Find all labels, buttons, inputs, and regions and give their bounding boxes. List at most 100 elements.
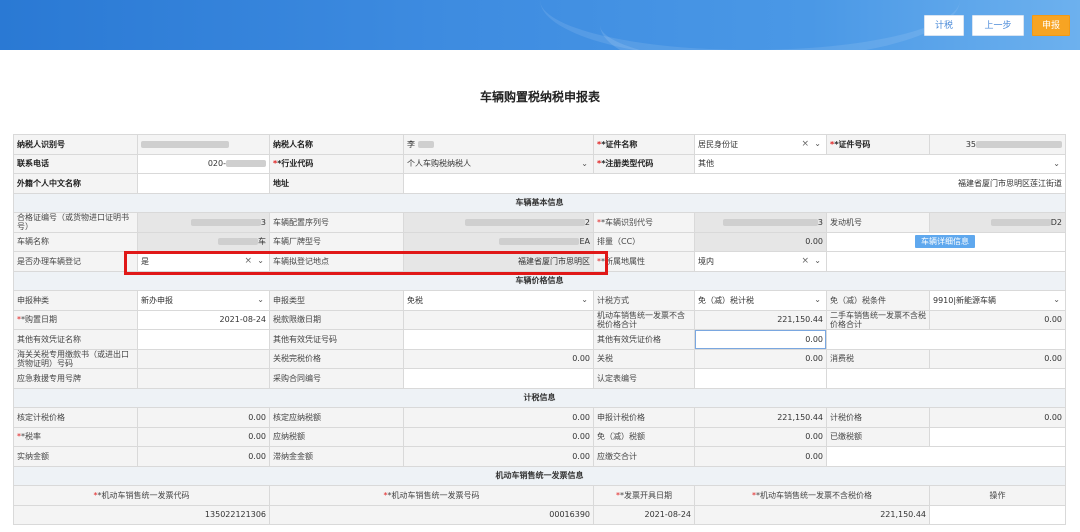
cert-no-value: 3 [260, 217, 266, 227]
registration-type-select[interactable]: 其他 ⌄ [694, 153, 1066, 174]
chevron-down-icon: ⌄ [257, 295, 264, 305]
config-no-value: 2 [584, 217, 590, 227]
empty-cell [826, 251, 1066, 272]
chevron-down-icon: ⌄ [814, 295, 821, 305]
tax-method-label: 计税方式 [593, 290, 695, 311]
submit-declaration-button[interactable]: 申报 [1032, 15, 1070, 36]
tariff-field: 0.00 [694, 348, 827, 369]
config-no-field: 2 [403, 212, 594, 233]
clear-icon[interactable]: × [801, 256, 809, 266]
phone-field[interactable]: 020- [137, 153, 270, 174]
chevron-down-icon: ⌄ [814, 256, 821, 266]
declared-price-label: 申报计税价格 [593, 407, 695, 428]
verified-price-label: 核定计税价格 [13, 407, 138, 428]
customs-price-field: 0.00 [403, 348, 594, 369]
late-fee-field: 0.00 [403, 446, 594, 467]
contract-number-label: 采购合同编号 [269, 368, 404, 389]
address-input[interactable]: 福建省厦门市思明区莲江街道 [403, 173, 1066, 194]
chevron-down-icon: ⌄ [814, 139, 821, 149]
phone-value: 020- [207, 159, 226, 169]
invoice-section-header: 机动车销售统一发票信息 [13, 465, 1066, 486]
foreign-name-label: 外籍个人中文名称 [13, 173, 138, 194]
industry-value: 个人车购税纳税人 [407, 159, 471, 169]
verified-price-field: 0.00 [137, 407, 270, 428]
location-attribute-value: 境内 [698, 256, 714, 266]
exempt-amount-label: 免（减）税额 [593, 426, 695, 447]
registration-type-label-text: *注册类型代码 [601, 159, 654, 169]
model-field: EA [403, 231, 594, 252]
masked-value [141, 140, 229, 148]
empty-cell [826, 329, 1066, 350]
location-attribute-label-text: *所属地属性 [601, 256, 645, 266]
declaration-kind-value: 新办申报 [141, 295, 173, 305]
rescue-plate-field [137, 368, 270, 389]
engine-label: 发动机号 [826, 212, 930, 233]
industry-select[interactable]: 个人车购税纳税人 ⌄ [403, 153, 594, 174]
registration-label: 是否办理车辆登记 [13, 251, 138, 272]
declaration-kind-label: 申报种类 [13, 290, 138, 311]
invoice-code-cell: 135022121306 [13, 504, 270, 525]
vehicle-name-value: 车 [258, 237, 266, 247]
location-attribute-select[interactable]: 境内 × ⌄ [694, 251, 827, 272]
verified-tax-field: 0.00 [403, 407, 594, 428]
payment-deadline-label: 税款限缴日期 [269, 309, 404, 330]
chevron-down-icon: ⌄ [1053, 295, 1060, 305]
declaration-type-select[interactable]: 免税 ⌄ [403, 290, 594, 311]
tax-rate-label-text: *税率 [21, 432, 41, 442]
registration-select[interactable]: 是 × ⌄ [137, 251, 270, 272]
invoice-col-price-text: *机动车销售统一发票不含税价格 [756, 490, 872, 500]
payable-tax-field: 0.00 [403, 426, 594, 447]
price-section-header: 车辆价格信息 [13, 270, 1066, 291]
invoice-col-code-text: *机动车销售统一发票代码 [97, 490, 190, 500]
tax-method-select[interactable]: 免（减）税计税 ⌄ [694, 290, 827, 311]
address-label: 地址 [269, 173, 404, 194]
masked-value [226, 160, 266, 168]
confirmation-form-input[interactable] [694, 368, 827, 389]
customs-price-label: 关税完税价格 [269, 348, 404, 369]
clear-icon[interactable]: × [244, 256, 252, 266]
tax-price-label: 计税价格 [826, 407, 930, 428]
exemption-condition-select[interactable]: 9910|新能源车辆 ⌄ [929, 290, 1066, 311]
vin-value: 3 [817, 217, 823, 227]
invoice-col-number-text: *机动车销售统一发票号码 [387, 490, 480, 500]
vehicle-name-label: 车辆名称 [13, 231, 138, 252]
invoice-date-cell: 2021-08-24 [593, 504, 695, 525]
vin-label-text: *车辆识别代号 [601, 217, 653, 227]
vin-label: **车辆识别代号 [593, 212, 695, 233]
clear-icon[interactable]: × [801, 139, 809, 149]
industry-label: **行业代码 [269, 153, 404, 174]
cert-name-select[interactable]: 居民身份证 × ⌄ [694, 134, 827, 155]
previous-step-button[interactable]: 上一步 [972, 15, 1024, 36]
engine-field: D2 [929, 212, 1066, 233]
vehicle-detail-button[interactable]: 车辆详细信息 [915, 235, 975, 249]
chevron-down-icon: ⌄ [581, 158, 588, 168]
cert-no-field: 3 [137, 212, 270, 233]
invoice-col-number: **机动车销售统一发票号码 [269, 485, 594, 506]
engine-value: D2 [1050, 217, 1062, 227]
invoice-total-field: 221,150.44 [694, 309, 827, 330]
detail-cell: 车辆详细信息 [826, 231, 1066, 252]
contract-number-input[interactable] [403, 368, 594, 389]
declaration-kind-select[interactable]: 新办申报 ⌄ [137, 290, 270, 311]
exemption-condition-value: 9910|新能源车辆 [933, 295, 997, 305]
purchase-date-label-text: *购置日期 [21, 315, 57, 325]
foreign-name-input[interactable] [137, 173, 270, 194]
masked-value [499, 238, 580, 246]
cert-number-value: 35 [965, 139, 976, 149]
displacement-field: 0.00 [694, 231, 827, 252]
table-row: 135022121306 00016390 2021-08-24 221,150… [13, 504, 1066, 525]
phone-label: 联系电话 [13, 153, 138, 174]
other-cert-name-input[interactable] [137, 329, 270, 350]
other-cert-number-input[interactable] [403, 329, 594, 350]
used-car-total-label: 二手车销售统一发票不含税价格合计 [826, 309, 930, 330]
top-banner: 计税 上一步 申报 [0, 0, 1080, 50]
paid-tax-label: 已缴税额 [826, 426, 930, 447]
taxpayer-id-field [137, 134, 270, 155]
purchase-date-input[interactable]: 2021-08-24 [137, 309, 270, 330]
vehicle-section-header: 车辆基本信息 [13, 192, 1066, 213]
calc-tax-button[interactable]: 计税 [924, 15, 964, 36]
invoice-col-date-text: *发票开具日期 [620, 490, 672, 500]
other-cert-price-input[interactable]: 0.00 [694, 329, 827, 350]
actual-amount-field: 0.00 [137, 446, 270, 467]
registration-type-label: **注册类型代码 [593, 153, 695, 174]
